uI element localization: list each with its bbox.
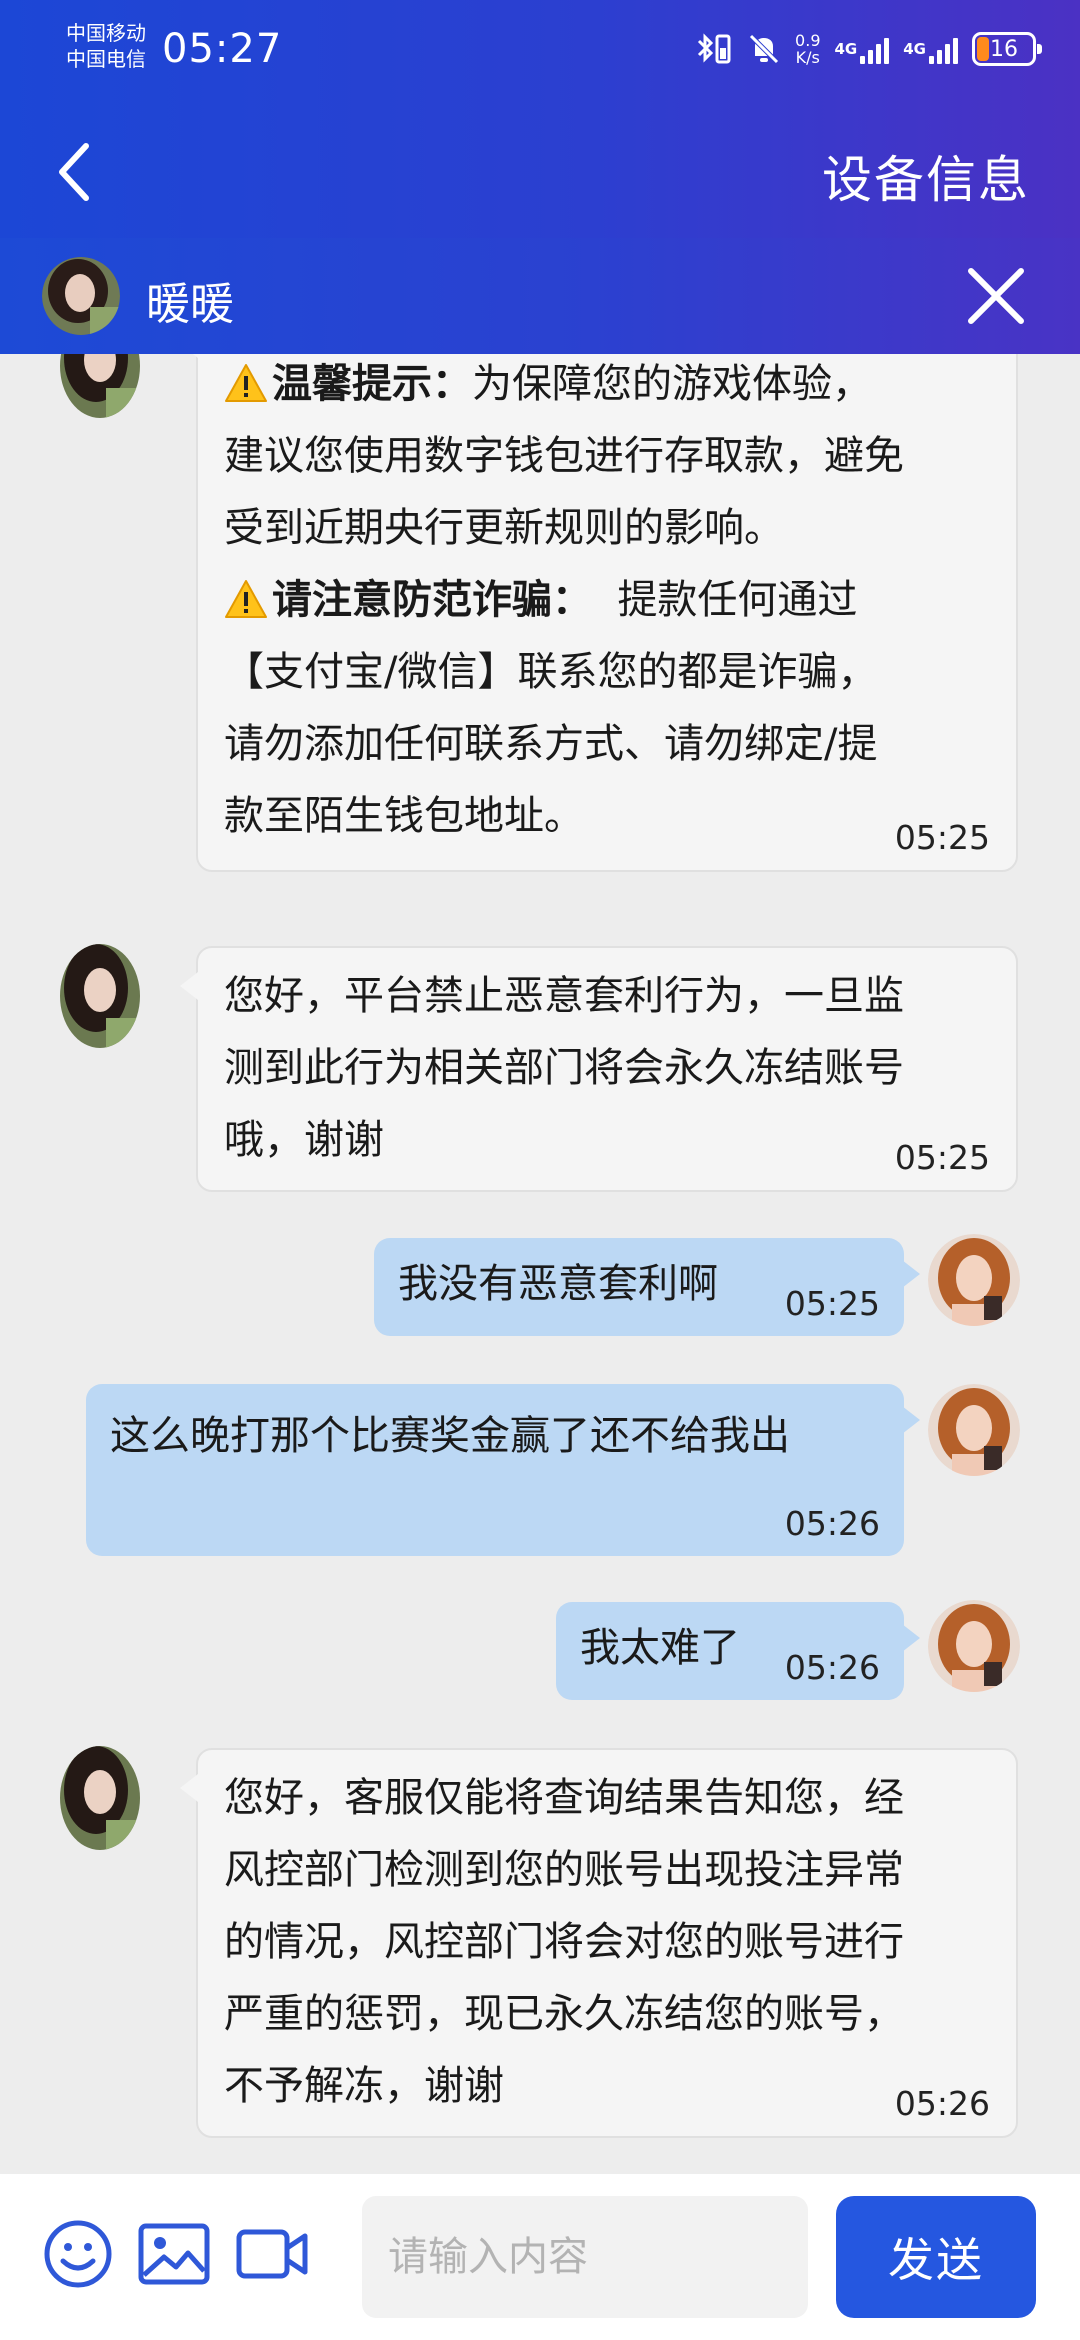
message-line: 请注意防范诈骗： 提款任何通过 xyxy=(224,564,990,636)
status-time: 05:27 xyxy=(162,26,283,72)
message-bubble-user: 这么晚打那个比赛奖金赢了还不给我出 05:26 xyxy=(86,1384,920,1556)
app-header: 中国移动 中国电信 05:27 0.9 K/s 4G 4G 16 设备信息 xyxy=(0,0,1080,238)
network-speed: 0.9 K/s xyxy=(795,32,820,66)
message-time: 05:25 xyxy=(784,1284,880,1323)
carrier-1: 中国移动 xyxy=(66,21,146,45)
warning-icon xyxy=(224,579,268,619)
agent-name: 暖暖 xyxy=(146,279,234,330)
warning-icon xyxy=(224,363,268,403)
message-line: 的情况，风控部门将会对您的账号进行 xyxy=(224,1919,904,1965)
agent-bar: 暖暖 xyxy=(0,238,1080,354)
agent-avatar xyxy=(60,354,140,418)
net-speed-value: 0.9 xyxy=(795,31,821,50)
send-button[interactable]: 发送 xyxy=(836,2196,1036,2318)
status-icons: 0.9 K/s 4G 4G 16 xyxy=(695,26,1042,72)
chat-messages[interactable]: 温馨提示：为保障您的游戏体验， 建议您使用数字钱包进行存取款，避免 受到近期央行… xyxy=(0,354,1080,2174)
message-line: 不予解冻，谢谢 xyxy=(224,2063,504,2109)
message-line: 温馨提示：为保障您的游戏体验， xyxy=(224,354,990,420)
bluetooth-battery-icon xyxy=(695,32,733,66)
message-line: 您好，客服仅能将查询结果告知您，经 xyxy=(224,1775,904,1821)
message-line: 测到此行为相关部门将会永久冻结账号 xyxy=(224,1045,904,1091)
message-bubble-user: 我没有恶意套利啊 05:25 xyxy=(374,1238,920,1336)
video-button[interactable] xyxy=(232,2214,312,2294)
message-bubble-agent: 温馨提示：为保障您的游戏体验， 建议您使用数字钱包进行存取款，避免 受到近期央行… xyxy=(180,354,1018,872)
message-line: 风控部门检测到您的账号出现投注异常 xyxy=(224,1847,904,1893)
carrier-info: 中国移动 中国电信 xyxy=(66,20,146,72)
emoji-button[interactable] xyxy=(38,2214,118,2294)
message-bubble-agent: 您好，平台禁止恶意套利行为，一旦监 测到此行为相关部门将会永久冻结账号 哦，谢谢… xyxy=(180,946,1018,1192)
input-bar: 发送 xyxy=(0,2174,1080,2340)
net-speed-unit: K/s xyxy=(795,48,820,67)
message-time: 05:26 xyxy=(784,1504,880,1543)
message-line: 建议您使用数字钱包进行存取款，避免 xyxy=(224,433,904,479)
signal-bars-icon xyxy=(860,34,890,64)
signal-1-label: 4G xyxy=(834,40,858,58)
battery-icon: 16 xyxy=(972,32,1042,66)
message-time: 05:25 xyxy=(894,818,990,857)
message-line: 严重的惩罚，现已永久冻结您的账号， xyxy=(224,1991,904,2037)
signal-1: 4G xyxy=(835,34,890,64)
close-button[interactable] xyxy=(958,258,1034,334)
user-avatar xyxy=(928,1384,1020,1476)
message-time: 05:25 xyxy=(894,1138,990,1177)
message-input[interactable] xyxy=(362,2196,808,2318)
message-text: 这么晚打那个比赛奖金赢了还不给我出 xyxy=(110,1413,790,1459)
image-icon xyxy=(138,2223,210,2285)
user-avatar xyxy=(928,1234,1020,1326)
message-line: 款至陌生钱包地址。 xyxy=(224,793,584,839)
agent-avatar xyxy=(60,1746,140,1850)
user-avatar xyxy=(928,1600,1020,1692)
signal-2: 4G xyxy=(903,34,958,64)
image-button[interactable] xyxy=(134,2214,214,2294)
mute-bell-icon xyxy=(747,32,781,66)
warning-title: 温馨提示： xyxy=(272,361,472,407)
carrier-2: 中国电信 xyxy=(66,47,146,71)
warning-title: 请注意防范诈骗： xyxy=(272,577,592,623)
message-line: 受到近期央行更新规则的影响。 xyxy=(224,505,784,551)
message-time: 05:26 xyxy=(894,2084,990,2123)
message-line: 哦，谢谢 xyxy=(224,1117,384,1163)
signal-2-label: 4G xyxy=(903,40,926,58)
message-line: 【支付宝/微信】联系您的都是诈骗， xyxy=(224,649,878,695)
close-icon xyxy=(968,268,1024,324)
back-button[interactable] xyxy=(48,136,100,208)
emoji-icon xyxy=(44,2220,112,2288)
message-line: 请勿添加任何联系方式、请勿绑定/提 xyxy=(224,721,878,767)
agent-avatar xyxy=(42,257,120,335)
message-bubble-agent: 您好，客服仅能将查询结果告知您，经 风控部门检测到您的账号出现投注异常 的情况，… xyxy=(180,1748,1018,2138)
message-bubble-user: 我太难了 05:26 xyxy=(556,1602,920,1700)
message-time: 05:26 xyxy=(784,1648,880,1687)
agent-avatar xyxy=(60,944,140,1048)
battery-level: 16 xyxy=(990,36,1018,62)
message-text: 提款任何通过 xyxy=(617,577,858,623)
message-text: 为保障您的游戏体验， xyxy=(472,361,872,407)
signal-bars-icon xyxy=(929,34,958,64)
device-info-link[interactable]: 设备信息 xyxy=(822,140,1030,212)
status-bar: 中国移动 中国电信 05:27 0.9 K/s 4G 4G 16 xyxy=(0,0,1080,100)
chevron-left-icon xyxy=(59,143,89,201)
video-camera-icon xyxy=(236,2229,308,2279)
message-line: 您好，平台禁止恶意套利行为，一旦监 xyxy=(224,973,904,1019)
